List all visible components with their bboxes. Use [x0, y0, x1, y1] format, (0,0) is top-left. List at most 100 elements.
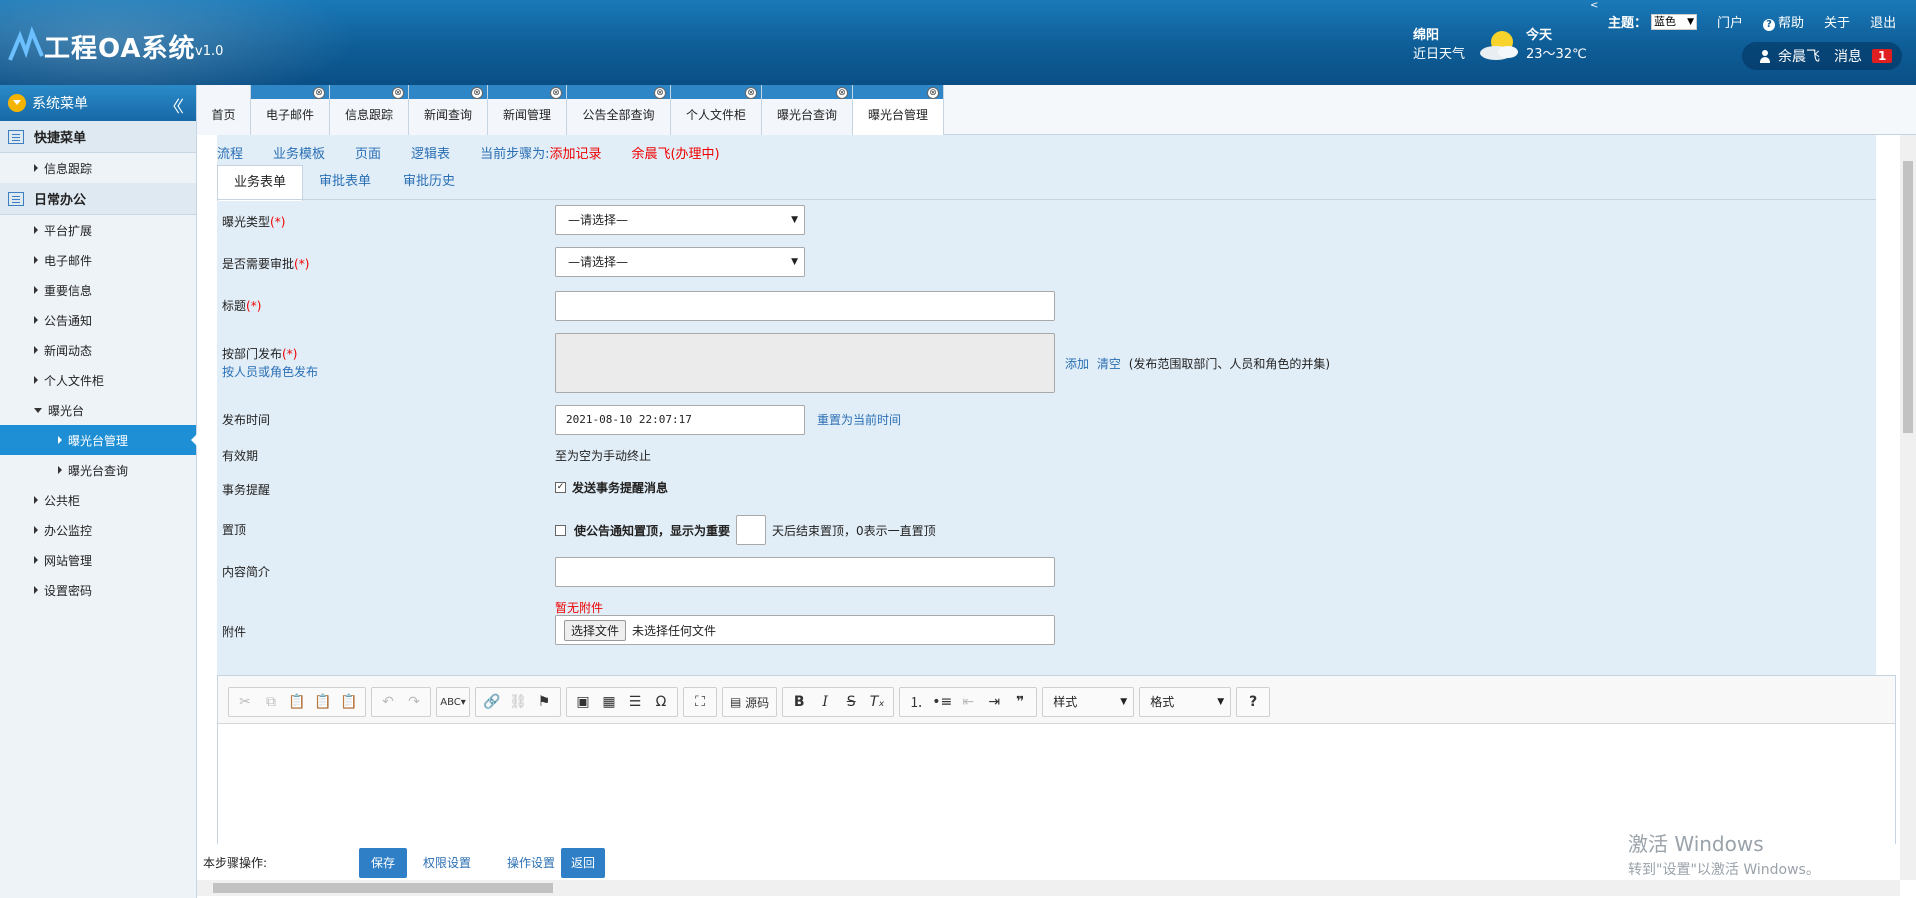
style-dropdown[interactable]: 样式 ▼: [1042, 687, 1135, 717]
undo-icon[interactable]: ↶: [375, 689, 401, 715]
close-icon[interactable]: ⊗: [927, 87, 939, 99]
tab-exposure-manage[interactable]: ⊗ 曝光台管理: [853, 85, 944, 135]
about-link[interactable]: 关于: [1824, 12, 1850, 31]
sidebar-item-info-tracking[interactable]: 信息跟踪: [0, 153, 196, 183]
copy-icon[interactable]: ⧉: [258, 689, 284, 715]
clear-link[interactable]: 清空: [1097, 357, 1121, 371]
sidebar-item-email[interactable]: 电子邮件: [0, 245, 196, 275]
link-icon[interactable]: 🔗: [479, 689, 505, 715]
help-link[interactable]: ? 帮助: [1763, 12, 1804, 31]
collapse-sidebar-icon[interactable]: 〈〈: [164, 93, 184, 117]
tab-approval-history[interactable]: 审批历史: [387, 165, 471, 199]
tab-business-form[interactable]: 业务表单: [217, 165, 304, 201]
image-icon[interactable]: ▣: [570, 689, 596, 715]
messages-badge[interactable]: 1: [1872, 49, 1893, 63]
exposure-type-select[interactable]: —请选择— ▼: [555, 205, 805, 235]
paste-word-icon[interactable]: 📋: [336, 689, 362, 715]
horizontal-scrollbar[interactable]: [197, 880, 1900, 896]
tab-news-query[interactable]: ⊗ 新闻查询: [409, 85, 488, 135]
logic-table-link[interactable]: 逻辑表: [411, 143, 450, 162]
template-link[interactable]: 业务模板: [273, 143, 325, 162]
tab-home[interactable]: 首页: [197, 85, 251, 135]
pin-days-input[interactable]: [736, 515, 767, 545]
close-icon[interactable]: ⊗: [745, 87, 757, 99]
publish-time-input[interactable]: 2021-08-10 22:07:17: [555, 405, 805, 435]
vertical-scrollbar[interactable]: [1900, 135, 1916, 880]
operation-settings-link[interactable]: 操作设置: [495, 848, 555, 878]
sidebar-item-important[interactable]: 重要信息: [0, 275, 196, 305]
save-button[interactable]: 保存: [359, 848, 408, 878]
blockquote-icon[interactable]: ❞: [1007, 689, 1033, 715]
tab-email[interactable]: ⊗ 电子邮件: [251, 85, 330, 135]
sidebar-item-exposure[interactable]: 曝光台: [0, 395, 196, 425]
sidebar-item-platform[interactable]: 平台扩展: [0, 215, 196, 245]
sidebar-item-news[interactable]: 新闻动态: [0, 335, 196, 365]
outdent-icon[interactable]: ⇤: [955, 689, 981, 715]
tab-info-tracking[interactable]: ⊗ 信息跟踪: [330, 85, 409, 135]
group-daily-office[interactable]: 日常办公: [0, 183, 196, 215]
pin-top-checkbox[interactable]: [555, 524, 566, 536]
source-button[interactable]: ▤ 源码: [726, 689, 773, 715]
close-icon[interactable]: ⊗: [836, 87, 848, 99]
redo-icon[interactable]: ↷: [401, 689, 427, 715]
corner-arrow-icon[interactable]: <: [1590, 0, 1598, 11]
tab-approval-form[interactable]: 审批表单: [303, 165, 387, 199]
portal-link[interactable]: 门户: [1717, 12, 1743, 31]
editor-help-icon[interactable]: ?: [1240, 689, 1266, 715]
maximize-icon[interactable]: ⛶: [687, 689, 713, 715]
close-icon[interactable]: ⊗: [392, 87, 404, 99]
back-button[interactable]: 返回: [561, 848, 606, 878]
indent-icon[interactable]: ⇥: [981, 689, 1007, 715]
sidebar-item-file-cabinet[interactable]: 个人文件柜: [0, 365, 196, 395]
tab-exposure-query[interactable]: ⊗ 曝光台查询: [762, 85, 853, 135]
close-icon[interactable]: ⊗: [471, 87, 483, 99]
close-icon[interactable]: ⊗: [654, 87, 666, 99]
bulleted-list-icon[interactable]: •≡: [929, 689, 955, 715]
user-name[interactable]: 余晨飞: [1778, 46, 1820, 66]
add-link[interactable]: 添加: [1065, 357, 1089, 371]
table-icon[interactable]: ▦: [596, 689, 622, 715]
numbered-list-icon[interactable]: ⒈: [903, 689, 929, 715]
paste-icon[interactable]: 📋: [284, 689, 310, 715]
logout-link[interactable]: 退出: [1870, 12, 1896, 31]
paste-text-icon[interactable]: 📋: [310, 689, 336, 715]
scope-textarea[interactable]: [555, 333, 1055, 393]
tab-news-manage[interactable]: ⊗ 新闻管理: [488, 85, 567, 135]
title-input[interactable]: [555, 291, 1055, 321]
cut-icon[interactable]: ✂: [232, 689, 258, 715]
sidebar-item-notice[interactable]: 公告通知: [0, 305, 196, 335]
scroll-thumb[interactable]: [213, 883, 553, 893]
menu-toggle-icon[interactable]: [8, 94, 26, 112]
horizontal-rule-icon[interactable]: ☰: [622, 689, 648, 715]
reminder-checkbox[interactable]: ✓: [555, 482, 566, 493]
close-icon[interactable]: ⊗: [313, 87, 325, 99]
remove-format-icon[interactable]: Tₓ: [864, 689, 890, 715]
sidebar-item-exposure-manage[interactable]: 曝光台管理: [0, 425, 197, 455]
page-link[interactable]: 页面: [355, 143, 381, 162]
person-role-link[interactable]: 按人员或角色发布: [222, 363, 318, 380]
tab-notice-query[interactable]: ⊗ 公告全部查询: [567, 85, 671, 135]
sidebar-item-exposure-query[interactable]: 曝光台查询: [0, 455, 196, 485]
unlink-icon[interactable]: ⛓: [505, 689, 531, 715]
group-shortcuts[interactable]: 快捷菜单: [0, 121, 196, 153]
sidebar-item-office-monitor[interactable]: 办公监控: [0, 515, 196, 545]
sidebar-item-password[interactable]: 设置密码: [0, 575, 196, 605]
flow-link[interactable]: 流程: [217, 143, 243, 162]
permission-settings-link[interactable]: 权限设置: [411, 848, 483, 878]
tab-file-cabinet[interactable]: ⊗ 个人文件柜: [671, 85, 762, 135]
strike-icon[interactable]: S: [838, 689, 864, 715]
messages-link[interactable]: 消息: [1834, 46, 1862, 66]
spellcheck-icon[interactable]: ABC▾: [440, 689, 466, 715]
special-char-icon[interactable]: Ω: [648, 689, 674, 715]
italic-icon[interactable]: I: [812, 689, 838, 715]
close-icon[interactable]: ⊗: [550, 87, 562, 99]
anchor-flag-icon[interactable]: ⚑: [531, 689, 557, 715]
reset-time-link[interactable]: 重置为当前时间: [817, 411, 901, 428]
sidebar-item-public-cabinet[interactable]: 公共柜: [0, 485, 196, 515]
choose-file-button[interactable]: 选择文件: [564, 619, 627, 641]
theme-select[interactable]: 蓝色: [1651, 13, 1698, 30]
format-dropdown[interactable]: 格式 ▼: [1139, 687, 1232, 717]
bold-icon[interactable]: B: [786, 689, 812, 715]
scroll-thumb[interactable]: [1903, 161, 1913, 433]
sidebar-item-site-manage[interactable]: 网站管理: [0, 545, 196, 575]
